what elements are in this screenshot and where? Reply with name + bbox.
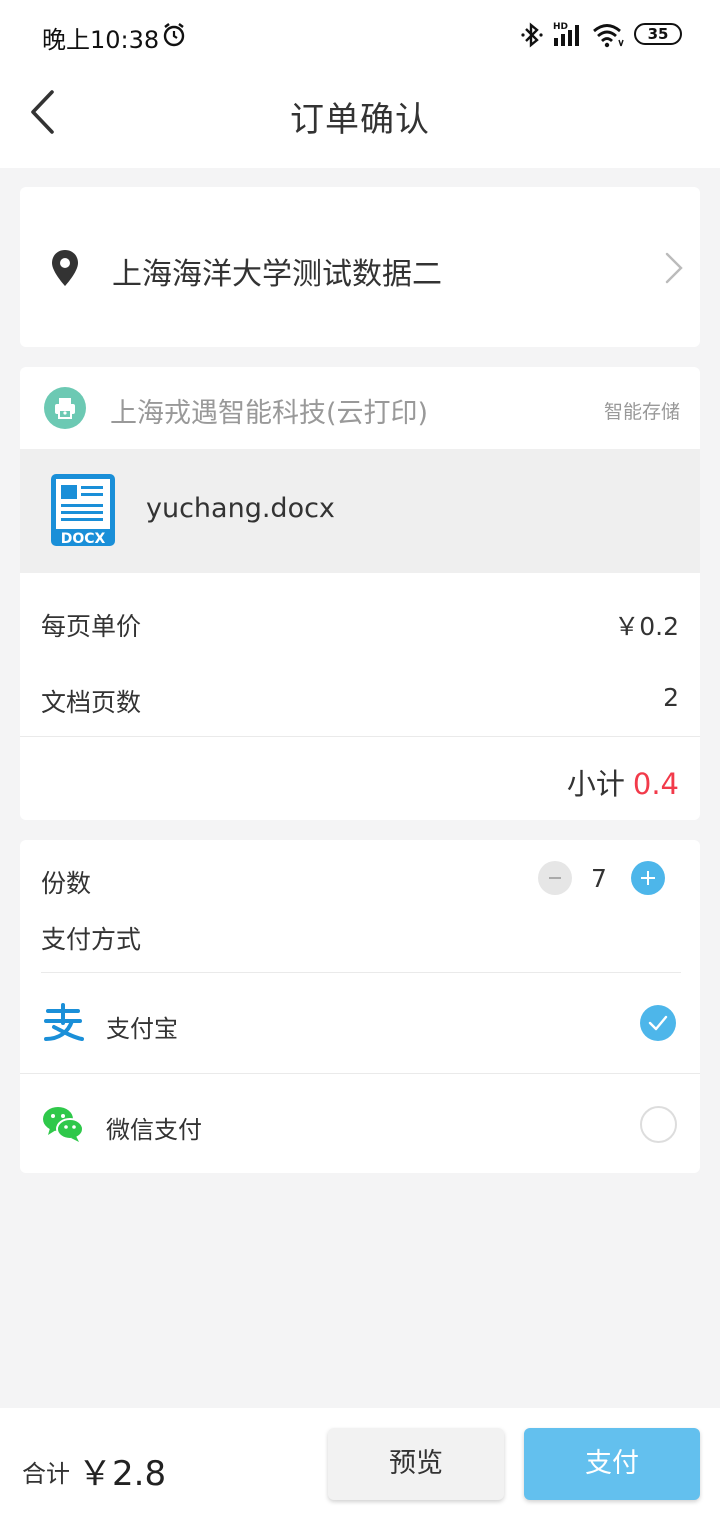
header: 订单确认 bbox=[0, 70, 720, 168]
copies-value: 7 bbox=[591, 864, 607, 893]
radio-unchecked[interactable] bbox=[640, 1106, 677, 1143]
bottom-bar: 合计 ￥2.8 预览 支付 bbox=[0, 1408, 720, 1520]
pay-button[interactable]: 支付 bbox=[524, 1428, 700, 1500]
bluetooth-icon bbox=[521, 22, 543, 48]
subtotal-label: 小计 bbox=[566, 767, 625, 801]
payment-method-label: 支付方式 bbox=[41, 925, 142, 954]
payment-option-alipay[interactable]: 支付宝 bbox=[20, 973, 700, 1073]
payment-option-wechat[interactable]: 微信支付 bbox=[20, 1074, 700, 1174]
total-label: 合计 bbox=[22, 1460, 70, 1488]
page-title: 订单确认 bbox=[290, 100, 430, 140]
pages-value: 2 bbox=[663, 683, 679, 712]
shop-name: 上海戎遇智能科技(云打印) bbox=[110, 398, 429, 429]
order-card: 上海戎遇智能科技(云打印) 智能存储 DOCX yuchang.docx 每页单… bbox=[20, 367, 700, 820]
pages-label: 文档页数 bbox=[41, 688, 142, 717]
payment-option-label: 微信支付 bbox=[106, 1116, 202, 1144]
total-value: ￥2.8 bbox=[78, 1454, 167, 1494]
address-selector[interactable]: 上海海洋大学测试数据二 bbox=[20, 187, 700, 347]
radio-checked[interactable] bbox=[640, 1005, 676, 1041]
unit-price-row: 每页单价 ￥0.2 bbox=[20, 593, 700, 653]
subtotal-value: 0.4 bbox=[632, 767, 679, 801]
increment-button[interactable] bbox=[631, 861, 665, 895]
shop-row: 上海戎遇智能科技(云打印) 智能存储 bbox=[20, 367, 700, 449]
address-text: 上海海洋大学测试数据二 bbox=[112, 257, 442, 292]
subtotal: 小计 0.4 bbox=[567, 761, 679, 803]
status-bar: 晚上10:38 HD 35 bbox=[0, 0, 720, 70]
printer-icon bbox=[44, 387, 86, 429]
unit-price-value: ￥0.2 bbox=[614, 612, 679, 641]
svg-text:DOCX: DOCX bbox=[61, 531, 106, 547]
alarm-icon bbox=[163, 23, 185, 47]
docx-file-icon: DOCX bbox=[51, 474, 115, 547]
chevron-right-icon bbox=[665, 252, 683, 284]
copies-label: 份数 bbox=[41, 869, 92, 898]
decrement-button[interactable] bbox=[538, 861, 572, 895]
pages-row: 文档页数 2 bbox=[20, 669, 700, 729]
payment-option-label: 支付宝 bbox=[106, 1015, 178, 1043]
preview-button[interactable]: 预览 bbox=[328, 1428, 504, 1500]
file-row[interactable]: DOCX yuchang.docx bbox=[20, 449, 700, 573]
shop-tag: 智能存储 bbox=[603, 401, 680, 423]
alipay-icon bbox=[44, 1003, 84, 1041]
signal-hd-icon: HD bbox=[553, 22, 579, 46]
location-pin-icon bbox=[52, 250, 78, 286]
svg-text:HD: HD bbox=[553, 22, 568, 32]
status-time: 晚上10:38 bbox=[42, 26, 160, 54]
unit-price-label: 每页单价 bbox=[41, 612, 142, 641]
wifi-icon bbox=[593, 24, 624, 48]
payment-card: 份数 7 支付方式 支付宝 微信支付 bbox=[20, 840, 700, 1173]
wechat-pay-icon bbox=[43, 1107, 84, 1142]
battery-icon: 35 bbox=[634, 23, 682, 45]
file-name: yuchang.docx bbox=[146, 493, 335, 524]
divider bbox=[20, 736, 700, 737]
